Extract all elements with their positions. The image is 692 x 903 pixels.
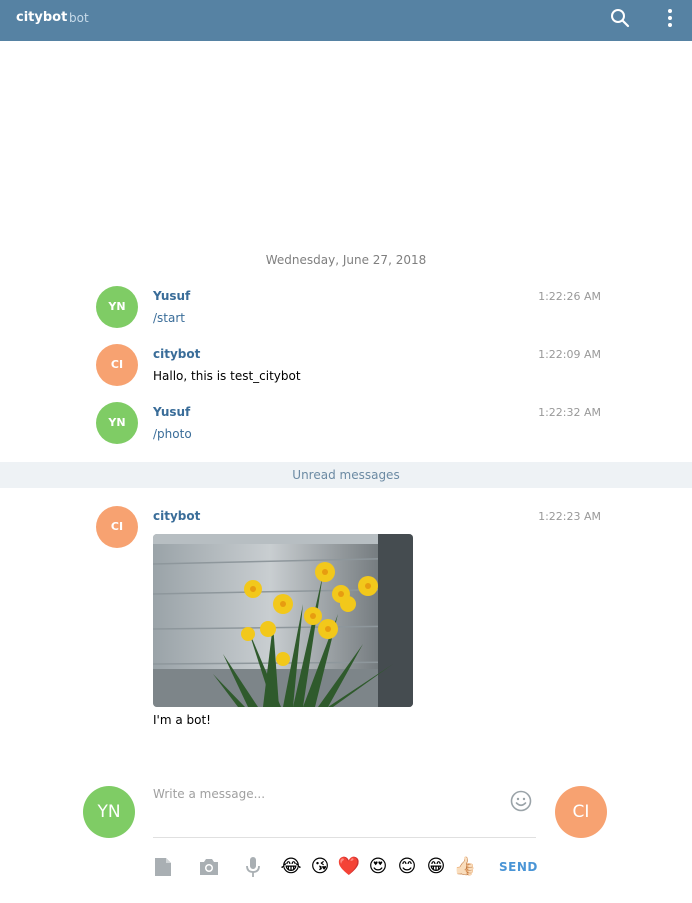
message-text[interactable]: /start (153, 311, 185, 325)
emoji-thumbs-up[interactable]: 👍🏻 (453, 855, 477, 879)
chat-title[interactable]: citybot (16, 10, 67, 25)
message-input[interactable] (153, 787, 493, 827)
emoji-picker-icon[interactable] (509, 789, 533, 813)
message-author[interactable]: citybot (153, 509, 200, 523)
message-time: 1:22:32 AM (538, 406, 601, 419)
message-time: 1:22:23 AM (538, 510, 601, 523)
emoji-joy[interactable]: 😂 (279, 855, 303, 879)
user-avatar[interactable]: YN (83, 786, 135, 838)
message-time: 1:22:09 AM (538, 348, 601, 361)
message-item: YN Yusuf 1:22:32 AM /photo (96, 402, 601, 444)
message-author[interactable]: Yusuf (153, 405, 190, 419)
camera-icon[interactable] (197, 855, 221, 879)
avatar[interactable]: YN (96, 286, 138, 328)
chat-header: citybot bot (0, 0, 692, 41)
message-item: YN Yusuf 1:22:26 AM /start (96, 286, 601, 328)
chat-subtitle: bot (69, 11, 89, 25)
message-caption: I'm a bot! (153, 713, 211, 727)
message-input-area (153, 778, 536, 838)
emoji-heart[interactable]: ❤️ (337, 855, 361, 879)
message-time: 1:22:26 AM (538, 290, 601, 303)
message-text[interactable]: /photo (153, 427, 192, 441)
avatar[interactable]: CI (96, 506, 138, 548)
peer-avatar[interactable]: CI (555, 786, 607, 838)
emoji-blush[interactable]: 😊 (395, 855, 419, 879)
emoji-grin[interactable]: 😁 (424, 855, 448, 879)
emoji-kiss[interactable]: 😘 (308, 855, 332, 879)
message-author[interactable]: citybot (153, 347, 200, 361)
microphone-icon[interactable] (241, 855, 265, 879)
avatar[interactable]: YN (96, 402, 138, 444)
date-separator: Wednesday, June 27, 2018 (265, 253, 427, 267)
emoji-heart-eyes[interactable]: 😍 (366, 855, 390, 879)
avatar[interactable]: CI (96, 344, 138, 386)
message-item: CI citybot 1:22:09 AM Hallo, this is tes… (96, 344, 601, 386)
message-photo[interactable] (153, 534, 413, 707)
attach-file-icon[interactable] (151, 855, 175, 879)
message-text: Hallo, this is test_citybot (153, 369, 301, 383)
send-button[interactable]: SEND (499, 860, 538, 874)
message-author[interactable]: Yusuf (153, 289, 190, 303)
more-vertical-icon[interactable] (660, 6, 680, 30)
message-item: CI citybot 1:22:23 AM I'm a bot! (96, 506, 601, 731)
unread-separator: Unread messages (0, 462, 692, 488)
search-icon[interactable] (608, 6, 632, 30)
